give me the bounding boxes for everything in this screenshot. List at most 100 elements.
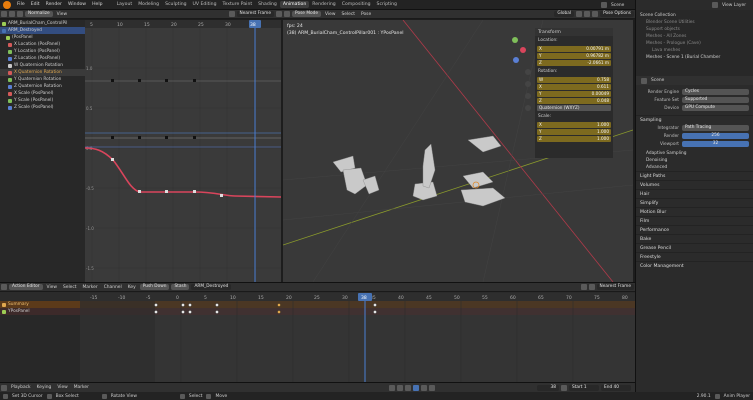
menu-render[interactable]: Render <box>43 2 65 7</box>
render-engine-dropdown[interactable]: Cycles <box>682 89 749 95</box>
snap-icon[interactable] <box>576 11 583 17</box>
preview-range-icon[interactable] <box>561 384 567 391</box>
channel-row[interactable]: Z Scale (PosPanel) <box>0 104 85 111</box>
camera-icon[interactable] <box>525 93 531 99</box>
section-film[interactable]: Film <box>636 216 753 225</box>
anim-player-label[interactable]: Anim Player <box>721 394 753 399</box>
channel-row[interactable]: X Quaternion Rotation <box>0 69 85 76</box>
outliner-item[interactable]: Lava meshes <box>636 47 753 54</box>
group-channel[interactable]: YPosPanel <box>0 308 80 315</box>
graph-canvas[interactable]: 5 10 15 20 25 30 35 1.0 0.5 0.0 -0.5 -1.… <box>85 20 281 282</box>
section-motion-blur[interactable]: Motion Blur <box>636 207 753 216</box>
viewport-select-menu[interactable]: Select <box>338 12 358 17</box>
view-layer-selector[interactable]: View Layer <box>636 0 753 10</box>
menu-help[interactable]: Help <box>89 2 105 7</box>
keying-menu[interactable]: Keying <box>34 385 55 390</box>
timeline-view-menu[interactable]: View <box>54 385 70 390</box>
tab-uv-editing[interactable]: UV Editing <box>190 1 220 8</box>
section-performance[interactable]: Performance <box>636 225 753 234</box>
scene-properties-icon[interactable] <box>641 77 647 84</box>
blender-logo-icon[interactable] <box>3 0 11 9</box>
tab-texture-paint[interactable]: Texture Paint <box>220 1 256 8</box>
graph-view-menu[interactable]: View <box>54 12 70 17</box>
tab-sculpting[interactable]: Sculpting <box>162 1 189 8</box>
section-light-paths[interactable]: Light Paths <box>636 171 753 180</box>
channel-row[interactable]: Y Location (PosPanel) <box>0 48 85 55</box>
tab-compositing[interactable]: Compositing <box>339 1 374 8</box>
dope-snap-dropdown[interactable]: Nearest Frame <box>596 284 634 290</box>
play-reverse-icon[interactable] <box>405 384 411 391</box>
channel-row[interactable]: W Quaternion Rotation <box>0 62 85 69</box>
playback-menu[interactable]: Playback <box>8 385 34 390</box>
dopesheet-mode-dropdown[interactable]: Action Editor <box>9 284 43 290</box>
outliner-item[interactable]: Support objects <box>636 26 753 33</box>
channel-row[interactable]: (PosPanel <box>0 34 85 41</box>
action-selector[interactable]: ARM_Destroyed <box>191 284 232 290</box>
rotation-x-field[interactable]: X 0.611 <box>537 84 611 90</box>
perspective-grid-icon[interactable] <box>525 105 531 111</box>
start-frame-field[interactable]: Start 1 <box>569 384 599 391</box>
dope-view-menu[interactable]: View <box>44 285 60 290</box>
end-frame-field[interactable]: End 40 <box>601 384 631 391</box>
menu-window[interactable]: Window <box>65 2 89 7</box>
dope-key-menu[interactable]: Key <box>125 285 139 290</box>
section-sampling[interactable]: Sampling <box>636 115 753 124</box>
channel-row[interactable]: Y Scale (PosPanel) <box>0 97 85 104</box>
transform-panel-header[interactable]: Transform <box>535 28 613 36</box>
zoom-icon[interactable] <box>525 69 531 75</box>
subsection-denoising[interactable]: Denoising <box>636 157 753 164</box>
only-selected-icon[interactable] <box>580 284 587 290</box>
menu-edit[interactable]: Edit <box>28 2 43 7</box>
subsection-adaptive-sampling[interactable]: Adaptive Sampling <box>636 150 753 157</box>
tab-modeling[interactable]: Modeling <box>135 1 162 8</box>
tab-shading[interactable]: Shading <box>255 1 280 8</box>
channel-row[interactable]: Z Quaternion Rotation <box>0 83 85 90</box>
tab-rendering[interactable]: Rendering <box>309 1 338 8</box>
section-volumes[interactable]: Volumes <box>636 180 753 189</box>
snap-mode-dropdown[interactable]: Nearest Frame <box>236 11 274 17</box>
dopesheet-keyframe-area[interactable] <box>80 301 635 382</box>
normalize-toggle[interactable]: Normalize <box>25 11 53 17</box>
channel-row[interactable]: X Location (PosPanel) <box>0 41 85 48</box>
gizmo-z-icon[interactable] <box>513 57 519 63</box>
scale-y-field[interactable]: Y 1.000 <box>537 129 611 135</box>
rotation-y-field[interactable]: Y 0.00049 <box>537 91 611 97</box>
channel-row[interactable]: Z Location (PosPanel) <box>0 55 85 62</box>
location-z-field[interactable]: Z -2.0661 m <box>537 60 611 66</box>
scale-z-field[interactable]: Z 1.000 <box>537 136 611 142</box>
pivot-icon[interactable] <box>228 11 235 17</box>
jump-end-icon[interactable] <box>429 384 435 391</box>
section-grease-pencil[interactable]: Grease Pencil <box>636 243 753 252</box>
rotation-z-field[interactable]: Z 0.048 <box>537 98 611 104</box>
jump-start-icon[interactable] <box>389 384 395 391</box>
shading-icon[interactable] <box>592 11 599 17</box>
render-samples-field[interactable]: 256 <box>682 133 749 139</box>
overlay-icon[interactable] <box>584 11 591 17</box>
view-menu-icon[interactable] <box>9 11 15 17</box>
tab-scripting[interactable]: Scripting <box>374 1 400 8</box>
menu-file[interactable]: File <box>14 2 28 7</box>
timeline-marker-menu[interactable]: Marker <box>71 385 92 390</box>
mode-dropdown[interactable]: Pose Mode <box>292 11 322 17</box>
scale-x-field[interactable]: X 1.000 <box>537 122 611 128</box>
proportional-icon[interactable] <box>276 11 282 17</box>
editor-type-icon[interactable] <box>1 11 7 17</box>
viewport-pose-menu[interactable]: Pose <box>358 12 374 17</box>
dope-select-menu[interactable]: Select <box>60 285 80 290</box>
feature-set-dropdown[interactable]: Supported <box>682 97 749 103</box>
x-quaternion-curve[interactable] <box>85 147 281 198</box>
viewport-editor-type-icon[interactable] <box>284 11 290 17</box>
outliner-item[interactable]: Blender Scene Utilities <box>636 19 753 26</box>
subsection-advanced[interactable]: Advanced <box>636 164 753 171</box>
gizmo-x-icon[interactable] <box>520 47 526 53</box>
rotation-w-field[interactable]: W 0.758 <box>537 77 611 83</box>
push-down-button[interactable]: Push Down <box>139 284 170 290</box>
gizmo-y-icon[interactable] <box>512 37 518 43</box>
section-freestyle[interactable]: Freestyle <box>636 252 753 261</box>
current-frame-field[interactable]: 38 <box>537 384 559 391</box>
outliner-item[interactable]: Meshes - Prologue (Cave) <box>636 40 753 47</box>
dope-ruler[interactable]: -15 -10 -5 0 5 10 15 20 25 30 35 40 45 5… <box>80 293 635 301</box>
pan-hand-icon[interactable] <box>525 81 531 87</box>
filter-icon[interactable] <box>588 284 595 290</box>
channel-row[interactable]: Y Quaternion Rotation <box>0 76 85 83</box>
